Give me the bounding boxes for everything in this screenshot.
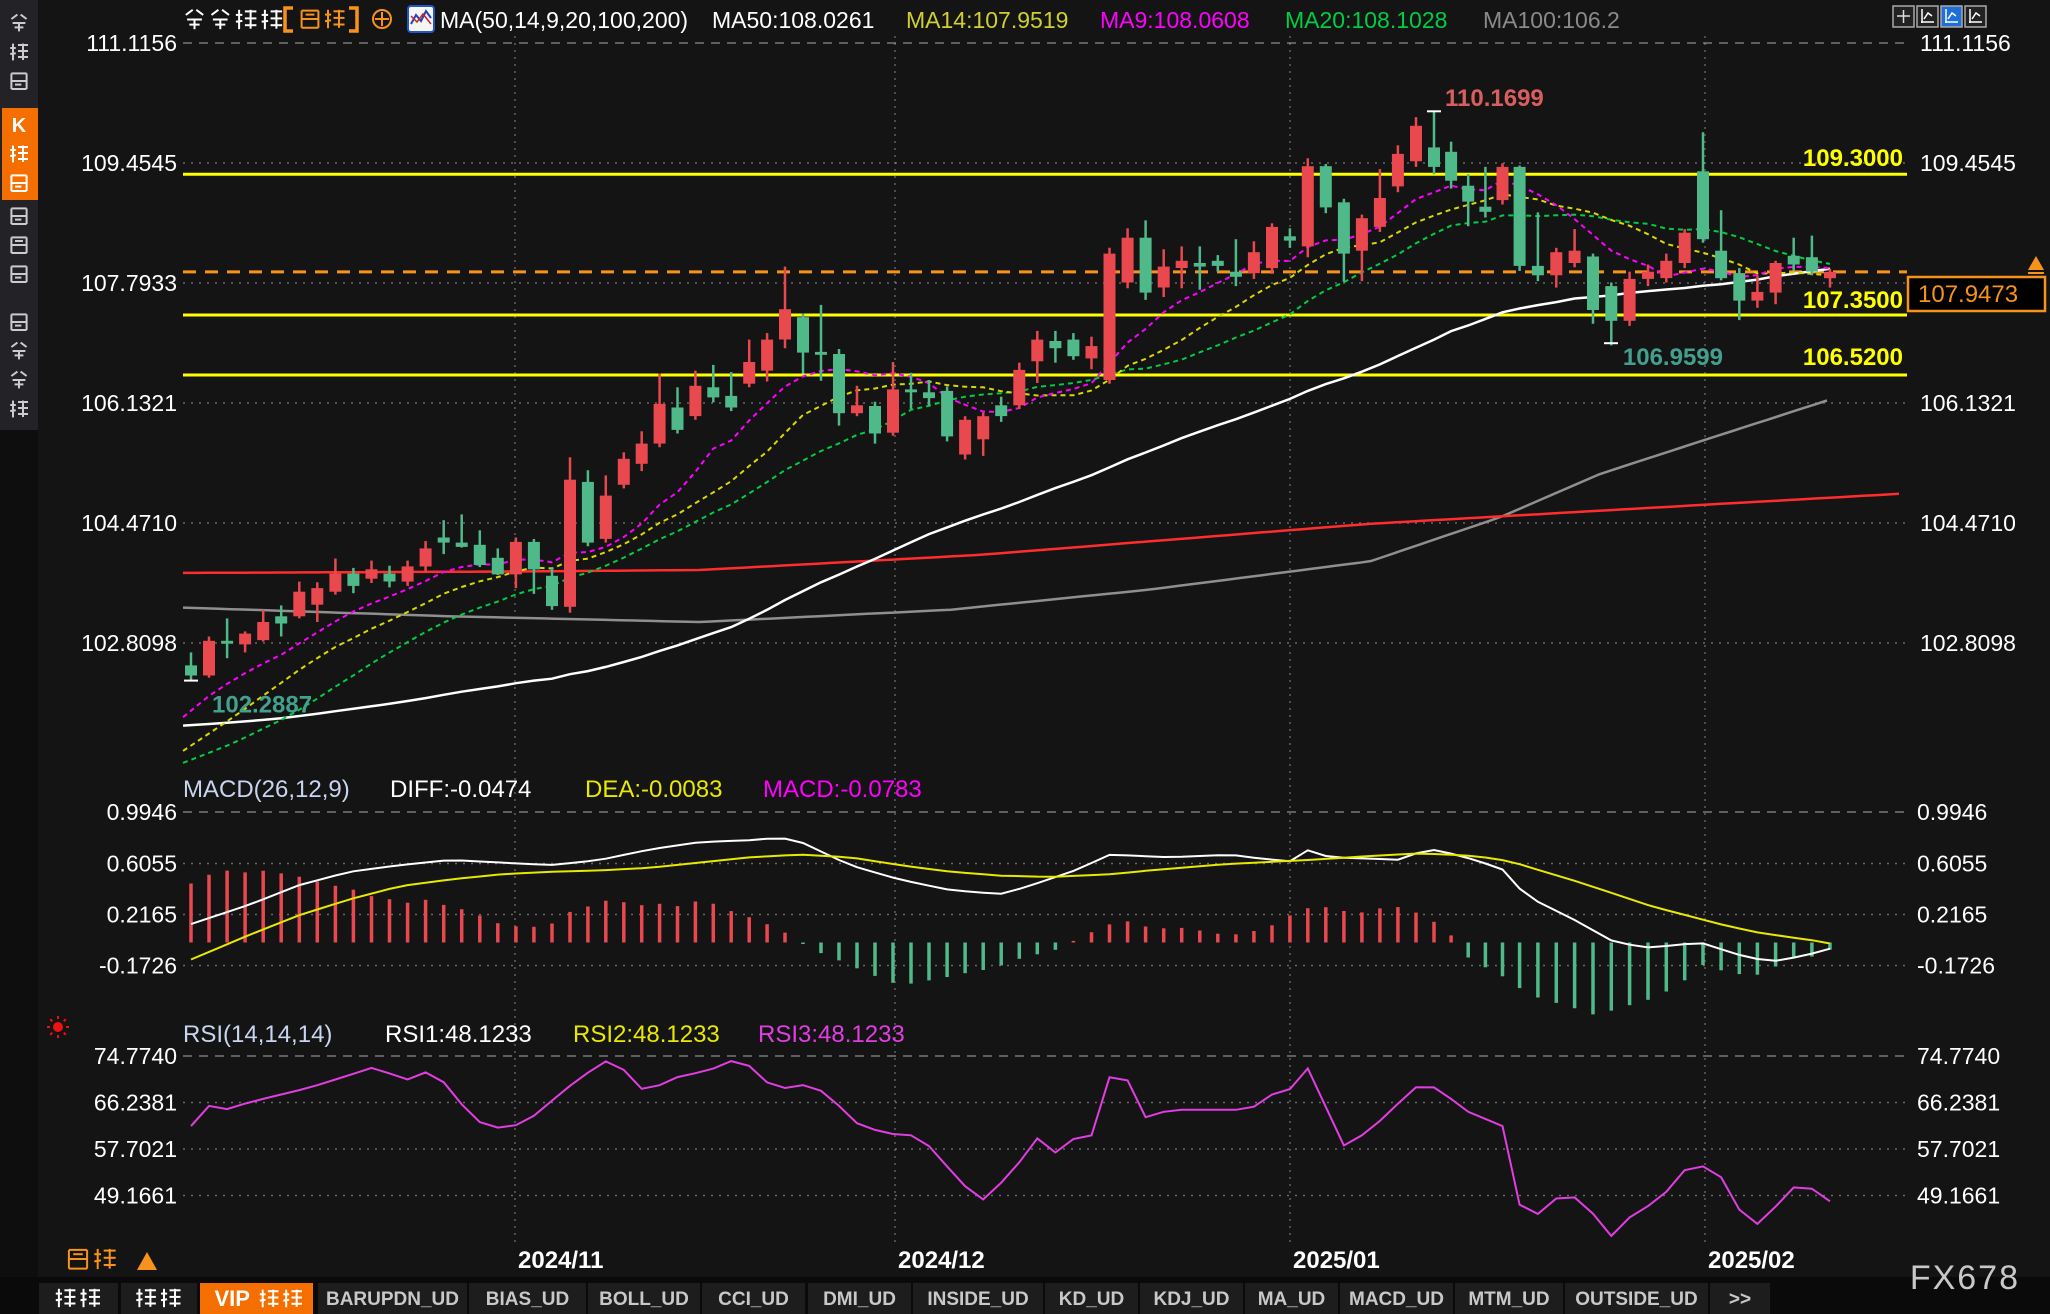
svg-text:BOLL_UD: BOLL_UD (599, 1289, 689, 1310)
svg-text:49.1661: 49.1661 (94, 1183, 177, 1209)
svg-text:106.1321: 106.1321 (81, 390, 177, 416)
svg-text:VIP: VIP (215, 1286, 250, 1311)
svg-text:CCI_UD: CCI_UD (718, 1289, 789, 1310)
svg-text:BARUPDN_UD: BARUPDN_UD (326, 1289, 459, 1310)
svg-text:RSI3:48.1233: RSI3:48.1233 (758, 1021, 905, 1048)
svg-text:MACD_UD: MACD_UD (1349, 1289, 1444, 1310)
svg-text:RSI(14,14,14): RSI(14,14,14) (183, 1021, 332, 1048)
svg-text:102.8098: 102.8098 (81, 630, 177, 656)
svg-text:107.7933: 107.7933 (81, 270, 177, 296)
svg-text:DMI_UD: DMI_UD (823, 1289, 896, 1310)
svg-text:2024/12: 2024/12 (898, 1247, 985, 1274)
svg-text:-0.1726: -0.1726 (99, 953, 177, 979)
svg-text:107.9473: 107.9473 (1918, 281, 2018, 308)
svg-text:RSI2:48.1233: RSI2:48.1233 (573, 1021, 720, 1048)
svg-text:49.1661: 49.1661 (1917, 1183, 2000, 1209)
svg-text:74.7740: 74.7740 (1917, 1043, 2000, 1069)
svg-text:109.4545: 109.4545 (81, 150, 177, 176)
svg-text:102.8098: 102.8098 (1920, 630, 2016, 656)
svg-text:106.9599: 106.9599 (1623, 344, 1723, 371)
svg-text:MACD(26,12,9): MACD(26,12,9) (183, 776, 350, 803)
svg-text:106.5200: 106.5200 (1803, 344, 1903, 371)
svg-text:111.1156: 111.1156 (86, 30, 177, 56)
svg-text:102.2887: 102.2887 (212, 692, 312, 719)
svg-text:KD_UD: KD_UD (1059, 1289, 1124, 1310)
svg-text:107.3500: 107.3500 (1803, 287, 1903, 314)
svg-text:DIFF:-0.0474: DIFF:-0.0474 (390, 776, 531, 803)
svg-text:109.4545: 109.4545 (1920, 150, 2016, 176)
svg-text:MACD:-0.0783: MACD:-0.0783 (763, 776, 922, 803)
svg-text:0.9946: 0.9946 (1917, 799, 1987, 825)
svg-text:MA(50,14,9,20,100,200): MA(50,14,9,20,100,200) (440, 7, 688, 33)
svg-text:K: K (12, 115, 27, 137)
svg-text:2025/02: 2025/02 (1708, 1247, 1795, 1274)
svg-text:MA50:108.0261: MA50:108.0261 (712, 7, 874, 33)
svg-text:DEA:-0.0083: DEA:-0.0083 (585, 776, 722, 803)
svg-text:RSI1:48.1233: RSI1:48.1233 (385, 1021, 532, 1048)
svg-text:111.1156: 111.1156 (1920, 30, 2011, 56)
svg-text:KDJ_UD: KDJ_UD (1153, 1289, 1229, 1310)
svg-text:110.1699: 110.1699 (1445, 85, 1544, 112)
svg-text:2024/11: 2024/11 (518, 1247, 603, 1274)
svg-text:109.3000: 109.3000 (1803, 145, 1903, 172)
svg-text:-0.1726: -0.1726 (1917, 953, 1995, 979)
svg-text:0.2165: 0.2165 (107, 902, 177, 928)
svg-text:OUTSIDE_UD: OUTSIDE_UD (1575, 1289, 1697, 1310)
svg-text:0.9946: 0.9946 (107, 799, 177, 825)
svg-text:2025/01: 2025/01 (1293, 1247, 1380, 1274)
svg-text:0.6055: 0.6055 (107, 851, 177, 877)
svg-text:57.7021: 57.7021 (1917, 1136, 2000, 1162)
svg-text:>>: >> (1729, 1289, 1751, 1310)
svg-text:MTM_UD: MTM_UD (1468, 1289, 1549, 1310)
svg-text:66.2381: 66.2381 (94, 1090, 177, 1116)
svg-text:MA9:108.0608: MA9:108.0608 (1100, 7, 1250, 33)
svg-text:104.4710: 104.4710 (1920, 510, 2016, 536)
svg-text:66.2381: 66.2381 (1917, 1090, 2000, 1116)
svg-text:MA14:107.9519: MA14:107.9519 (906, 7, 1068, 33)
svg-text:104.4710: 104.4710 (81, 510, 177, 536)
svg-text:MA_UD: MA_UD (1258, 1289, 1326, 1310)
svg-text:FX678: FX678 (1910, 1259, 2020, 1297)
svg-text:0.2165: 0.2165 (1917, 902, 1987, 928)
svg-text:0.6055: 0.6055 (1917, 851, 1987, 877)
svg-text:INSIDE_UD: INSIDE_UD (927, 1289, 1028, 1310)
svg-text:MA20:108.1028: MA20:108.1028 (1285, 7, 1447, 33)
svg-text:74.7740: 74.7740 (94, 1043, 177, 1069)
svg-text:MA100:106.2: MA100:106.2 (1483, 7, 1620, 33)
svg-text:106.1321: 106.1321 (1920, 390, 2016, 416)
svg-text:57.7021: 57.7021 (94, 1136, 177, 1162)
svg-text:BIAS_UD: BIAS_UD (486, 1289, 569, 1310)
